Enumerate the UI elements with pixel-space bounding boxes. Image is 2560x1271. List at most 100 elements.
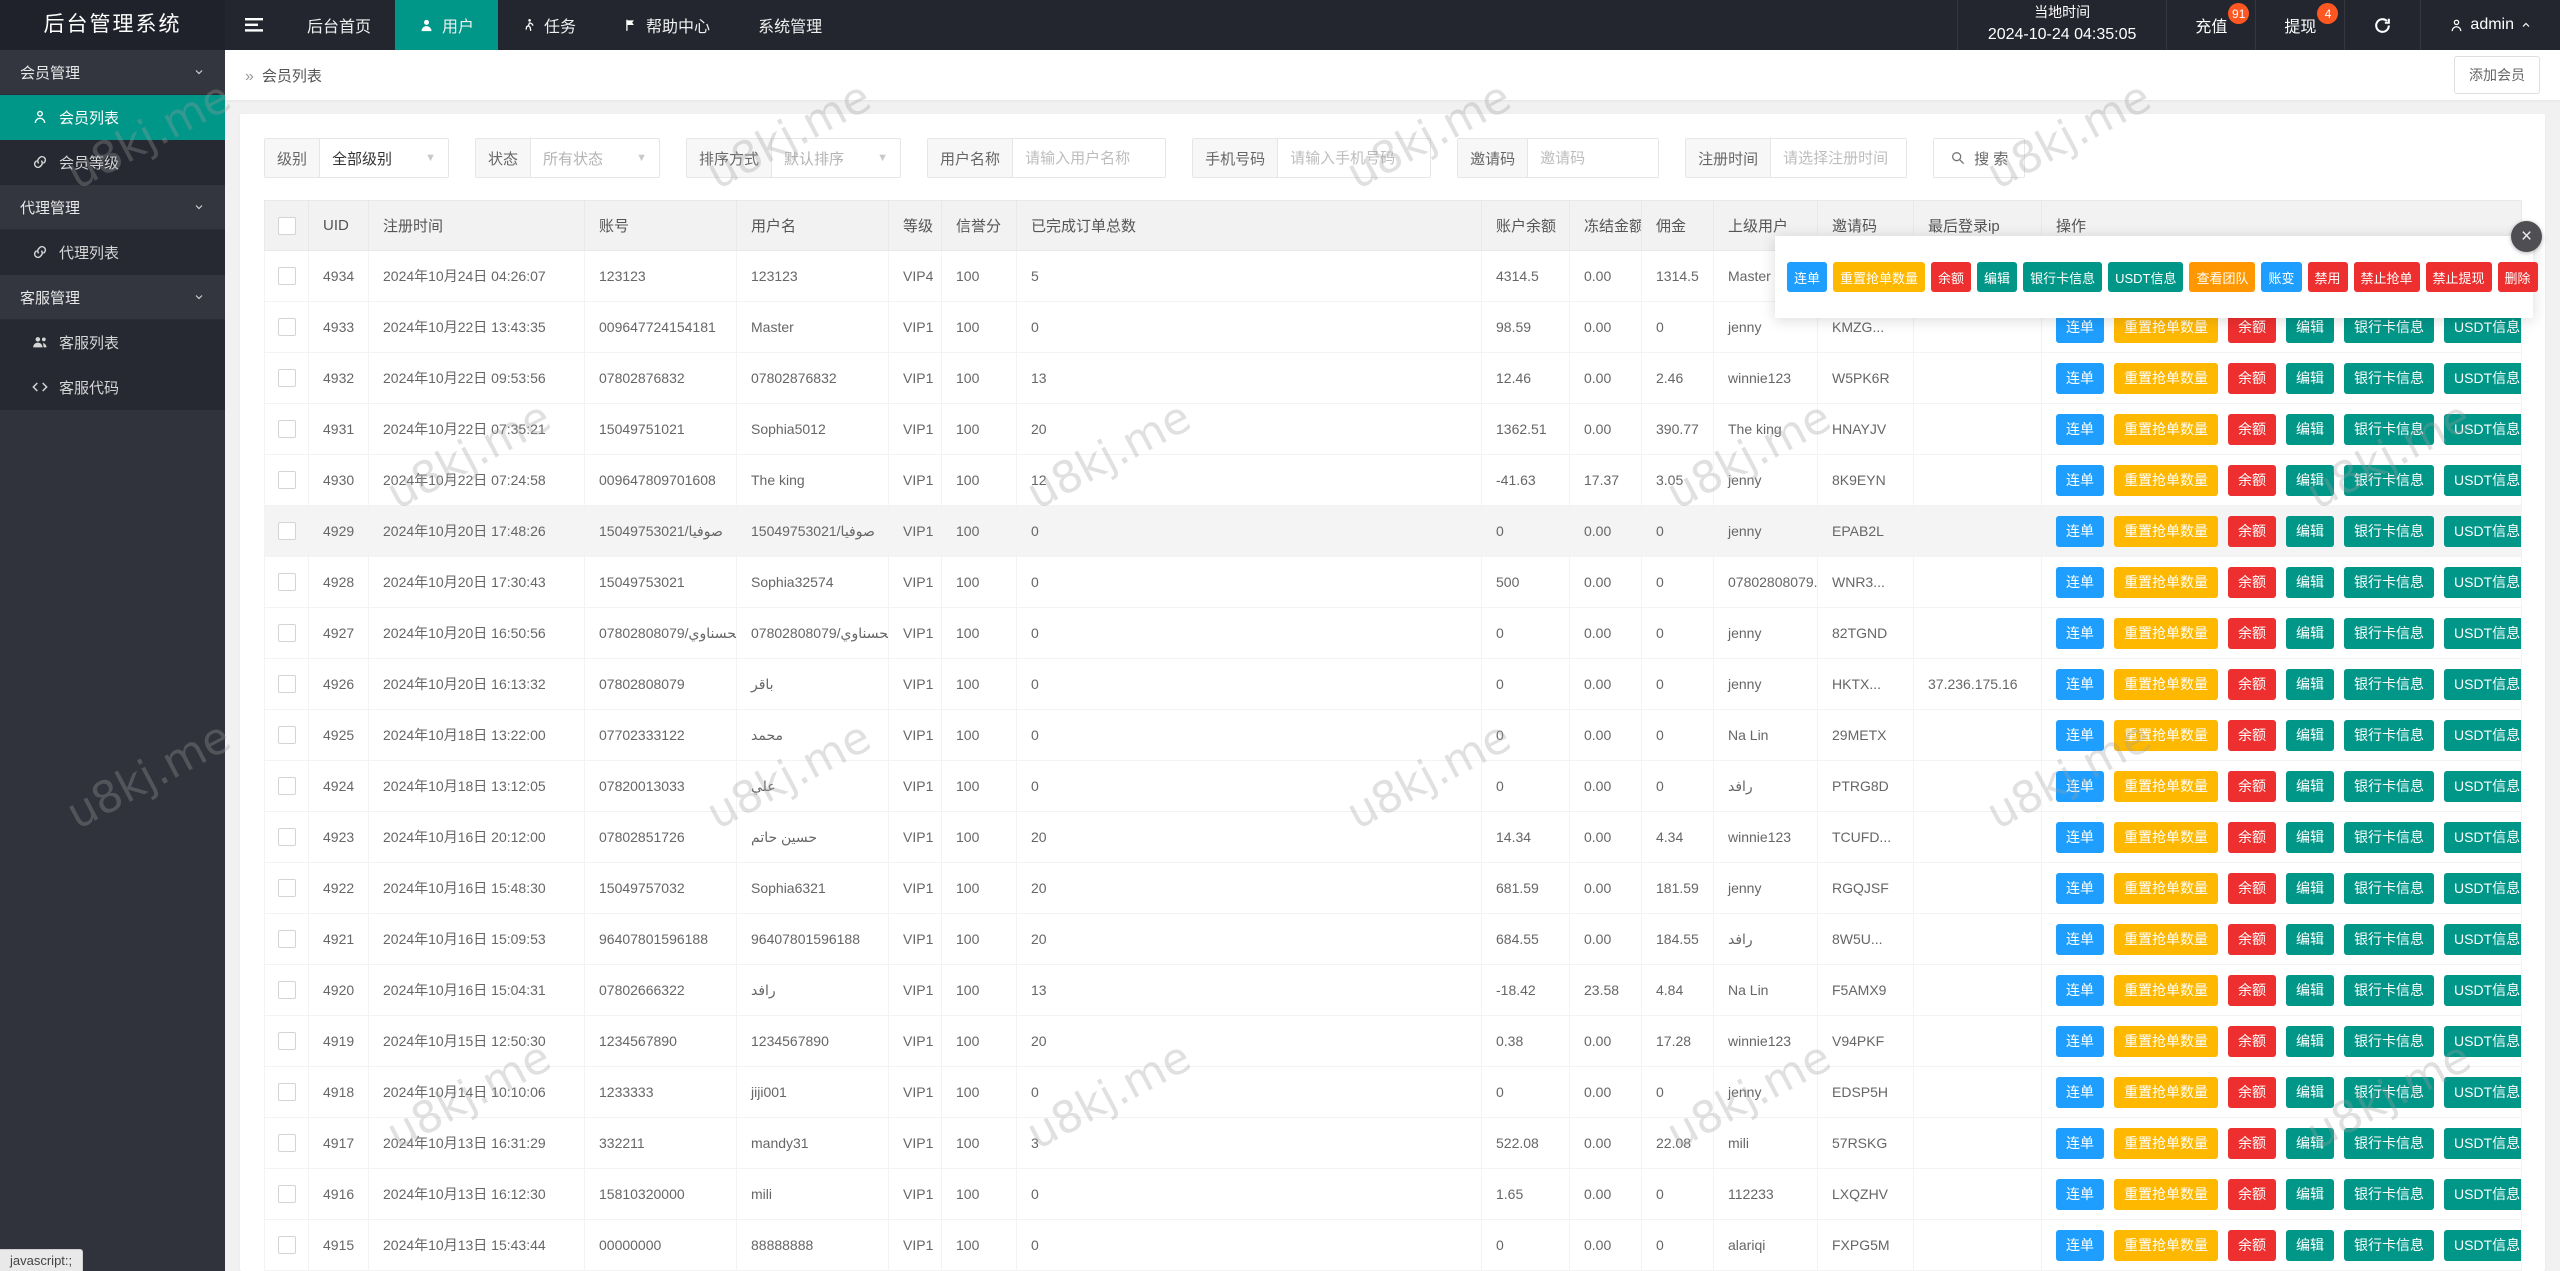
action-button[interactable]: 连单 (2056, 464, 2104, 496)
row-checkbox[interactable] (277, 1236, 296, 1255)
action-button[interactable]: 余额 (2228, 1127, 2276, 1159)
action-button[interactable]: 编辑 (2286, 1127, 2334, 1159)
sidebar-group-support-management[interactable]: 客服管理 (0, 275, 225, 320)
action-button[interactable]: USDT信息 (2444, 413, 2521, 445)
action-button[interactable]: 重置抢单数量 (2114, 668, 2218, 700)
action-button[interactable]: 连单 (2056, 872, 2104, 904)
row-checkbox[interactable] (277, 1134, 296, 1153)
action-button[interactable]: 重置抢单数量 (2114, 719, 2218, 751)
row-checkbox[interactable] (277, 522, 296, 541)
action-button[interactable]: 编辑 (2286, 872, 2334, 904)
refresh-button[interactable] (2344, 0, 2420, 50)
action-button[interactable]: USDT信息 (2444, 668, 2521, 700)
row-checkbox[interactable] (277, 267, 296, 286)
action-button[interactable]: 编辑 (2286, 923, 2334, 955)
action-button[interactable]: 余额 (2228, 668, 2276, 700)
action-button[interactable]: 重置抢单数量 (2114, 1127, 2218, 1159)
action-button[interactable]: 编辑 (2286, 974, 2334, 1006)
action-button[interactable]: 余额 (2228, 566, 2276, 598)
action-button[interactable]: 银行卡信息 (2344, 974, 2434, 1006)
action-button[interactable]: 编辑 (2286, 617, 2334, 649)
action-button[interactable]: USDT信息 (2444, 566, 2521, 598)
action-button[interactable]: USDT信息 (2444, 515, 2521, 547)
sidebar-item-member-list[interactable]: 会员列表 (0, 95, 225, 140)
row-checkbox[interactable] (277, 624, 296, 643)
action-button[interactable]: 编辑 (2286, 566, 2334, 598)
nav-item-tasks[interactable]: 任务 (498, 0, 600, 50)
phone-input[interactable] (1278, 139, 1431, 177)
action-button[interactable]: 余额 (2228, 1178, 2276, 1210)
close-icon[interactable]: × (2511, 221, 2542, 252)
action-button[interactable]: 重置抢单数量 (2114, 872, 2218, 904)
nav-item-help-center[interactable]: 帮助中心 (600, 0, 734, 50)
nav-item-system-settings[interactable]: 系统管理 (734, 0, 846, 50)
action-button[interactable]: 查看团队 (2189, 262, 2256, 292)
invite-code-input[interactable] (1528, 139, 1659, 177)
action-button[interactable]: 银行卡信息 (2344, 668, 2434, 700)
action-button[interactable]: 银行卡信息 (2344, 617, 2434, 649)
action-button[interactable]: 删除 (2497, 262, 2538, 292)
action-button[interactable]: 银行卡信息 (2344, 515, 2434, 547)
sidebar-group-member-management[interactable]: 会员管理 (0, 50, 225, 95)
action-button[interactable]: 编辑 (2286, 821, 2334, 853)
action-button[interactable]: 禁止提现 (2425, 262, 2492, 292)
row-checkbox[interactable] (277, 318, 296, 337)
action-button[interactable]: 重置抢单数量 (2114, 464, 2218, 496)
action-button[interactable]: USDT信息 (2444, 1127, 2521, 1159)
action-button[interactable]: USDT信息 (2444, 1178, 2521, 1210)
action-button[interactable]: USDT信息 (2444, 974, 2521, 1006)
recharge-button[interactable]: 充值 91 (2166, 0, 2255, 50)
row-checkbox[interactable] (277, 879, 296, 898)
action-button[interactable]: 重置抢单数量 (1833, 262, 1926, 292)
action-button[interactable]: 重置抢单数量 (2114, 1025, 2218, 1057)
action-button[interactable]: 连单 (2056, 617, 2104, 649)
action-button[interactable]: USDT信息 (2444, 1229, 2521, 1261)
action-button[interactable]: 银行卡信息 (2344, 362, 2434, 394)
action-button[interactable]: 禁用 (2307, 262, 2348, 292)
action-button[interactable]: 编辑 (2286, 1229, 2334, 1261)
action-button[interactable]: 编辑 (2286, 668, 2334, 700)
sidebar-group-agent-management[interactable]: 代理管理 (0, 185, 225, 230)
action-button[interactable]: 重置抢单数量 (2114, 923, 2218, 955)
action-button[interactable]: USDT信息 (2444, 923, 2521, 955)
action-button[interactable]: 连单 (2056, 1127, 2104, 1159)
sort-select[interactable]: 默认排序 ▼ (772, 139, 900, 177)
action-button[interactable]: 编辑 (2286, 362, 2334, 394)
action-button[interactable]: USDT信息 (2444, 464, 2521, 496)
action-button[interactable]: 银行卡信息 (2344, 770, 2434, 802)
action-button[interactable]: 重置抢单数量 (2114, 413, 2218, 445)
action-button[interactable]: 连单 (2056, 821, 2104, 853)
action-button[interactable]: 银行卡信息 (2344, 566, 2434, 598)
action-button[interactable]: 编辑 (2286, 719, 2334, 751)
action-button[interactable]: 重置抢单数量 (2114, 1076, 2218, 1108)
action-button[interactable]: 连单 (2056, 566, 2104, 598)
hamburger-menu-button[interactable] (225, 0, 283, 50)
action-button[interactable]: USDT信息 (2444, 719, 2521, 751)
action-button[interactable]: 余额 (2228, 872, 2276, 904)
level-select[interactable]: 全部级别 ▼ (320, 139, 448, 177)
add-member-button[interactable]: 添加会员 (2454, 56, 2540, 94)
row-checkbox[interactable] (277, 420, 296, 439)
action-button[interactable]: 编辑 (2286, 515, 2334, 547)
action-button[interactable]: 余额 (2228, 362, 2276, 394)
select-all-checkbox[interactable] (277, 216, 296, 235)
action-button[interactable]: 余额 (2228, 464, 2276, 496)
action-button[interactable]: 银行卡信息 (2344, 872, 2434, 904)
action-button[interactable]: USDT信息 (2444, 770, 2521, 802)
action-button[interactable]: USDT信息 (2108, 262, 2184, 292)
action-button[interactable]: 连单 (2056, 1076, 2104, 1108)
action-button[interactable]: 重置抢单数量 (2114, 617, 2218, 649)
action-button[interactable]: 连单 (2056, 515, 2104, 547)
action-button[interactable]: 余额 (2228, 821, 2276, 853)
action-button[interactable]: 连单 (2056, 1025, 2104, 1057)
action-button[interactable]: 余额 (1931, 262, 1972, 292)
action-button[interactable]: 余额 (2228, 617, 2276, 649)
action-button[interactable]: 银行卡信息 (2344, 464, 2434, 496)
sidebar-item-member-levels[interactable]: 会员等级 (0, 140, 225, 185)
action-button[interactable]: 连单 (2056, 923, 2104, 955)
action-button[interactable]: 银行卡信息 (2344, 1127, 2434, 1159)
action-button[interactable]: 编辑 (2286, 464, 2334, 496)
action-button[interactable]: 连单 (2056, 413, 2104, 445)
action-button[interactable]: 银行卡信息 (2344, 1025, 2434, 1057)
action-button[interactable]: 编辑 (2286, 1076, 2334, 1108)
